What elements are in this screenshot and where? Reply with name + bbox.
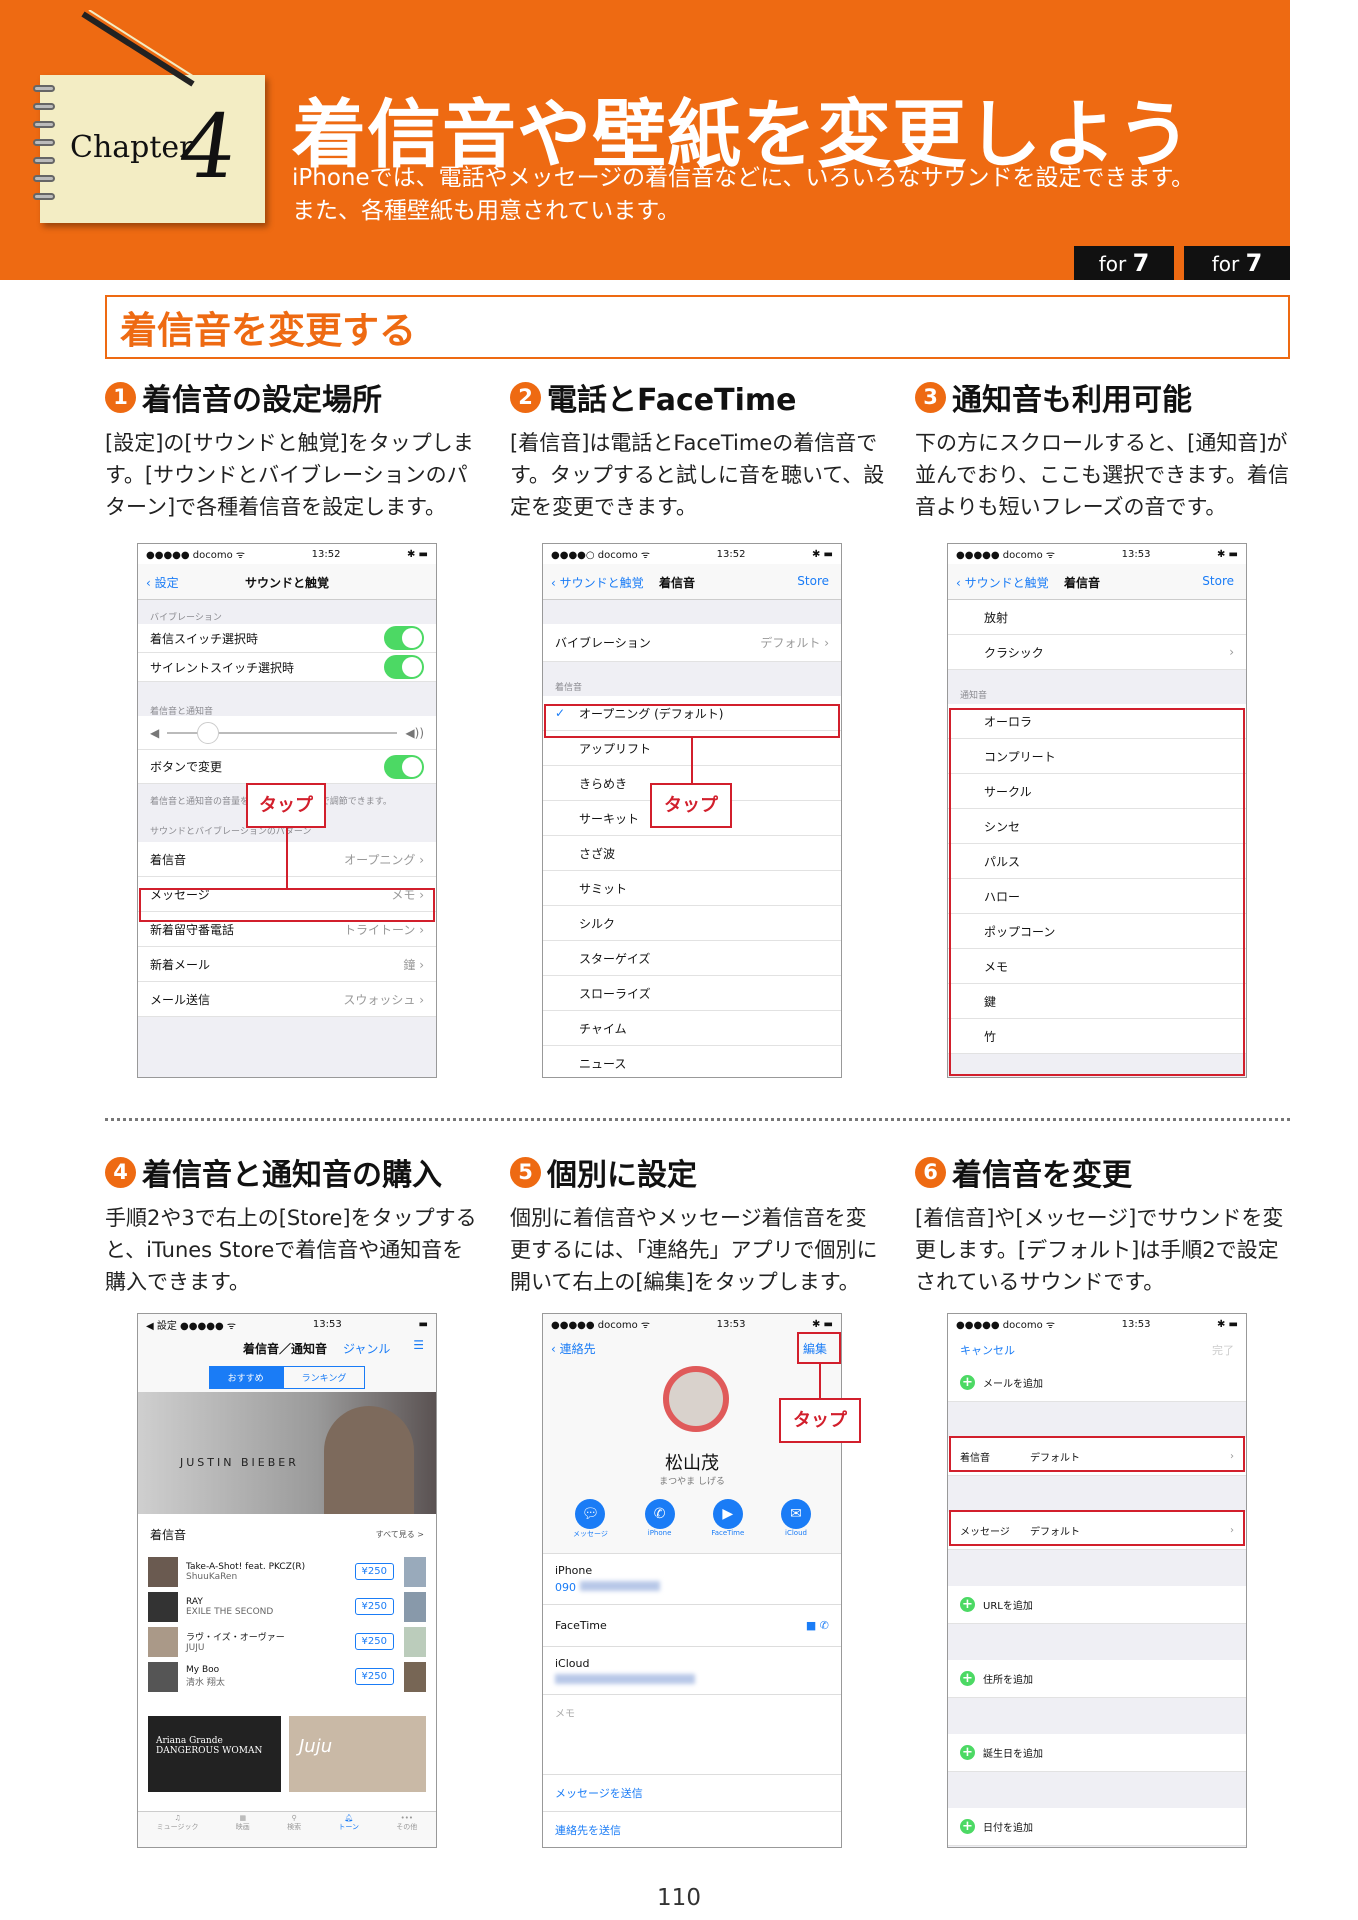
step-2: 2 電話とFaceTime [着信音]は電話とFaceTimeの着信音です。タップす… [510, 381, 885, 519]
chapter-notepad: Chapter 4 [33, 75, 265, 223]
step-4: 4 着信音と通知音の購入 手順2や3で右上の[Store]をタップすると、iTune… [105, 1156, 477, 1294]
step-6: 6 着信音を変更 [着信音]や[メッセージ]でサウンドを変更します。[デフォルト]は… [915, 1156, 1284, 1294]
badge-for-7: for 7 [1074, 246, 1174, 280]
divider [105, 1118, 1290, 1121]
phone-icon: ✆ [644, 1499, 675, 1529]
toggle-switch [384, 626, 424, 650]
tab-bar: ♫ ミュージック ▦ 映画 ⚲ 検索 🔔︎ トーン ••• その他 [138, 1811, 436, 1847]
store-button[interactable]: Store [797, 574, 829, 588]
highlight-box [949, 1436, 1245, 1472]
chapter-label: Chapter [70, 130, 194, 165]
highlight-box [139, 888, 435, 922]
screenshot-contact-edit: ●●●●● docomo ᯤ 13:53 ✱ ▬ キャンセル 完了 + メールを追加 着… [947, 1313, 1247, 1848]
toggle-row[interactable]: 着信スイッチ選択時 [138, 624, 436, 653]
tap-label: タップ [779, 1398, 861, 1443]
toggle-switch [384, 655, 424, 679]
highlight-box [949, 1510, 1245, 1546]
volume-slider[interactable]: ◀ ◀)) [138, 716, 436, 750]
video-icon: ▶ [712, 1499, 743, 1529]
chapter-number: 4 [172, 95, 244, 198]
contact-photo [663, 1366, 729, 1432]
mail-icon: ✉ [781, 1499, 811, 1529]
pencil-icon [81, 10, 200, 87]
artist-banner[interactable]: JUSTIN BIEBER [138, 1392, 436, 1514]
step-1: 1 着信音の設定場所 [設定]の[サウンドと触覚]をタップします。[サウンドとバイブ… [105, 381, 474, 519]
screenshot-itunes-store: ◀ 設定 ●●●●● ᯤ 13:53 ▬ 着信音／通知音 ジャンル ☰ おすすめ ランキン… [137, 1313, 437, 1848]
highlight-box [797, 1332, 841, 1364]
screenshot-contact: ●●●●● docomo ᯤ 13:53 ✱ ▬ ‹ 連絡先 編集 松山茂 まつやま… [542, 1313, 842, 1848]
tap-label: タップ [246, 783, 326, 828]
message-icon: 💬︎ [575, 1499, 606, 1529]
step-3: 3 通知音も利用可能 下の方にスクロールすると、[通知音]が並んでおり、ここも選択で… [915, 381, 1290, 519]
page-number: 110 [657, 1885, 701, 1911]
step-5: 5 個別に設定 個別に着信音やメッセージ着信音を変更するには、「連絡先」アプリで個別… [510, 1156, 878, 1294]
section-title: 着信音を変更する [120, 309, 416, 352]
badge-for-7plus: for 7 Plus [1184, 246, 1290, 312]
tap-label: タップ [650, 783, 732, 828]
highlight-box [544, 704, 840, 738]
highlight-box [949, 708, 1245, 1076]
page-subtitle: iPhoneでは、電話やメッセージの着信音などに、いろいろなサウンドを設定できま… [292, 165, 1195, 224]
toggle-row[interactable]: サイレントスイッチ選択時 [138, 653, 436, 682]
